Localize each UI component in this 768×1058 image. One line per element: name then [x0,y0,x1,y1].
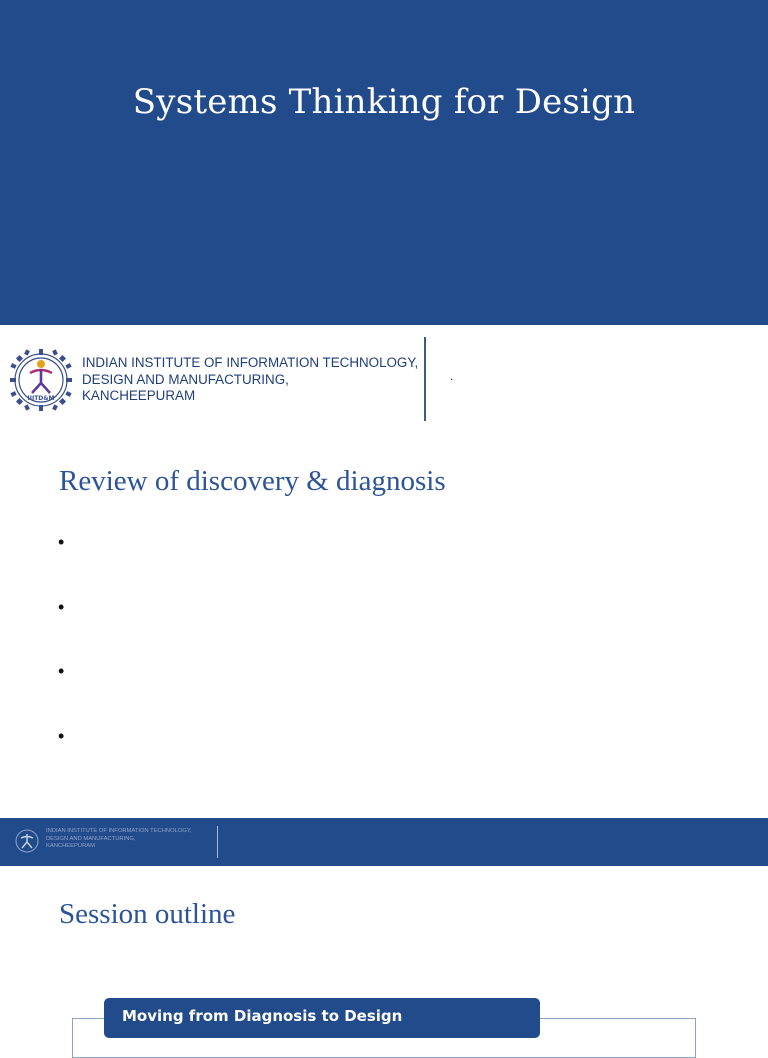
slide-header-band: INDIAN INSTITUTE OF INFORMATION TECHNOLO… [0,818,768,866]
outline-heading: Session outline [59,898,236,930]
institute-gear-logo-icon: IIITD&M [10,349,72,411]
mini-institute-line: INDIAN INSTITUTE OF INFORMATION TECHNOLO… [46,828,192,834]
title-slide: Systems Thinking for Design [0,0,768,325]
mini-divider [217,826,218,858]
institute-line: KANCHEEPURAM [82,388,196,403]
mini-institute-line: DESIGN AND MANUFACTURING, [46,835,136,842]
outline-item-label: Moving from Diagnosis to Design [122,1007,403,1025]
bullet-point: • [58,726,65,746]
institute-line: INDIAN INSTITUTE OF INFORMATION TECHNOLO… [82,355,419,370]
header-divider [424,337,426,421]
bullet-point: • [58,661,65,681]
review-heading: Review of discovery & diagnosis [59,465,446,497]
outline-item-pill: Moving from Diagnosis to Design [104,998,540,1038]
logo-text: IIITD&M [28,395,55,402]
bullet-point: • [58,597,65,617]
mini-institute-name: INDIAN INSTITUTE OF INFORMATION TECHNOLO… [46,828,216,851]
deck-title: Systems Thinking for Design [132,82,636,122]
review-slide: IIITD&M INDIAN INSTITUTE OF INFORMATION … [0,325,768,818]
mini-institute-logo-icon [15,829,39,853]
mini-institute-line: KANCHEEPURAM [46,843,95,849]
outline-slide: Session outline Moving from Diagnosis to… [0,866,768,1058]
header-dot: . [450,369,454,383]
bullet-point: • [58,532,65,552]
institute-line: DESIGN AND MANUFACTURING, [82,371,289,387]
institute-name: INDIAN INSTITUTE OF INFORMATION TECHNOLO… [82,355,422,405]
